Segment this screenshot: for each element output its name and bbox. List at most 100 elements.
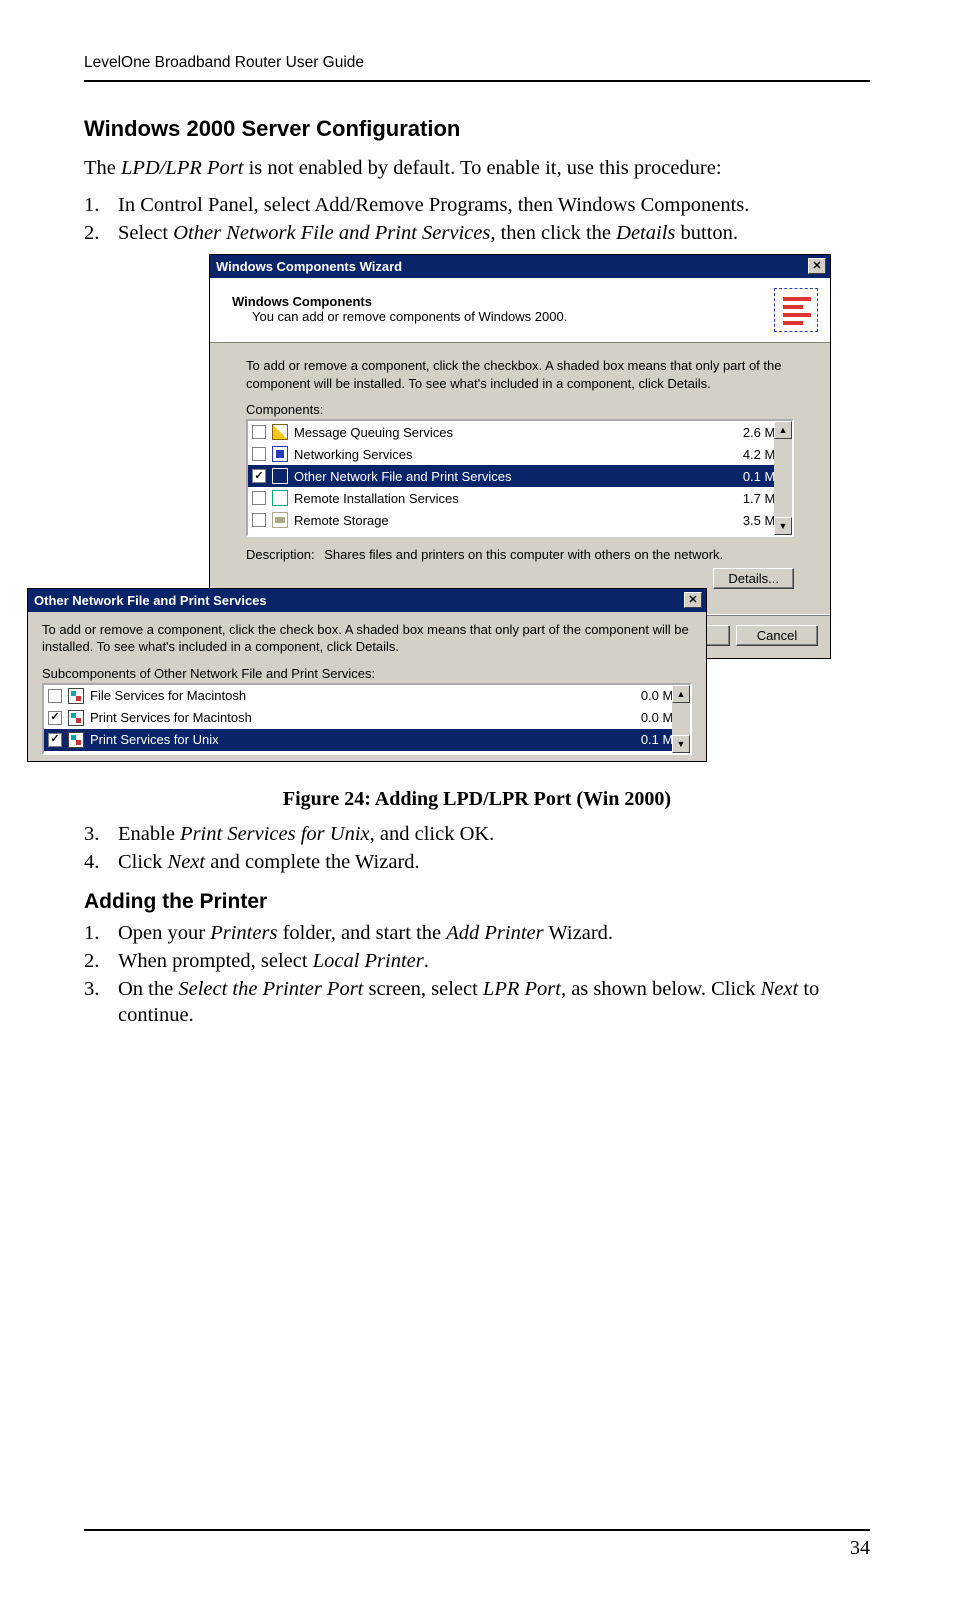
component-row[interactable]: Networking Services 4.2 MB xyxy=(248,443,792,465)
checkbox-checked[interactable] xyxy=(48,711,62,725)
subcomponent-row[interactable]: Print Services for Macintosh 0.0 MB xyxy=(44,707,690,729)
steps-list-1-cont: 3. Enable Print Services for Unix, and c… xyxy=(84,821,870,875)
t: When prompted, select xyxy=(118,950,313,972)
step-1: 1. In Control Panel, select Add/Remove P… xyxy=(84,192,870,218)
subcomponent-row[interactable]: File Services for Macintosh 0.0 MB xyxy=(44,685,690,707)
t-it: Select the Printer Port xyxy=(178,978,363,1000)
t-it: Next xyxy=(761,978,799,1000)
t: Select xyxy=(118,222,173,244)
step-num: 4. xyxy=(84,849,118,875)
step-num: 3. xyxy=(84,976,118,1028)
component-row[interactable]: Remote Storage 3.5 MB xyxy=(248,509,792,531)
close-icon[interactable]: ✕ xyxy=(808,258,826,274)
t: Enable xyxy=(118,823,180,845)
figure-24: Windows Components Wizard ✕ Windows Comp… xyxy=(89,254,871,782)
subcomponent-row-selected[interactable]: Print Services for Unix 0.1 MB xyxy=(44,729,690,751)
details-button[interactable]: Details... xyxy=(713,568,794,589)
wizard-title: Windows Components Wizard xyxy=(216,259,402,274)
component-name: Remote Installation Services xyxy=(294,491,712,506)
header-guide-title: LevelOne Broadband Router User Guide xyxy=(84,54,870,80)
wizard-intro-text: To add or remove a component, click the … xyxy=(246,357,794,392)
steps-list-1: 1. In Control Panel, select Add/Remove P… xyxy=(84,192,870,246)
component-name: Message Queuing Services xyxy=(294,425,712,440)
checkbox[interactable] xyxy=(252,447,266,461)
component-row[interactable]: Remote Installation Services 1.7 MB xyxy=(248,487,792,509)
subdialog-body: To add or remove a component, click the … xyxy=(28,612,706,761)
scroll-up-icon[interactable]: ▲ xyxy=(774,421,792,439)
scrollbar[interactable]: ▲ ▼ xyxy=(774,421,792,535)
description-text: Shares files and printers on this comput… xyxy=(324,547,723,562)
figure-caption: Figure 24: Adding LPD/LPR Port (Win 2000… xyxy=(84,788,870,811)
close-icon[interactable]: ✕ xyxy=(684,592,702,608)
t-it: Other Network File and Print Services xyxy=(173,222,490,244)
step-text: Click Next and complete the Wizard. xyxy=(118,849,870,875)
description-row: Description: Shares files and printers o… xyxy=(246,547,794,562)
subcomponent-name: Print Services for Unix xyxy=(90,732,610,747)
wizard-header: Windows Components You can add or remove… xyxy=(210,278,830,343)
step-num: 1. xyxy=(84,920,118,946)
step-text: On the Select the Printer Port screen, s… xyxy=(118,976,870,1028)
header-rule xyxy=(84,80,870,82)
intro-italic: LPD/LPR Port xyxy=(121,157,243,179)
cancel-button[interactable]: Cancel xyxy=(736,625,818,646)
step-num: 2. xyxy=(84,220,118,246)
t: Click xyxy=(118,851,168,873)
page-number: 34 xyxy=(84,1537,870,1560)
message-queuing-icon xyxy=(272,424,288,440)
checkbox[interactable] xyxy=(252,513,266,527)
scroll-down-icon[interactable]: ▼ xyxy=(672,735,690,753)
t: Open your xyxy=(118,922,210,944)
checkbox[interactable] xyxy=(252,491,266,505)
intro-pre: The xyxy=(84,157,121,179)
scroll-down-icon[interactable]: ▼ xyxy=(774,517,792,535)
wizard-banner-icon xyxy=(774,288,818,332)
wizard-titlebar: Windows Components Wizard ✕ xyxy=(210,255,830,278)
subdialog-title: Other Network File and Print Services xyxy=(34,593,267,608)
t: On the xyxy=(118,978,178,1000)
remote-installation-icon xyxy=(272,490,288,506)
subdialog-titlebar: Other Network File and Print Services ✕ xyxy=(28,589,706,612)
print-services-unix-icon xyxy=(68,732,84,748)
subcomponents-listbox[interactable]: File Services for Macintosh 0.0 MB Print… xyxy=(42,683,692,755)
step-2: 2. Select Other Network File and Print S… xyxy=(84,220,870,246)
wizard-header-subtitle: You can add or remove components of Wind… xyxy=(232,309,567,326)
t: button. xyxy=(675,222,738,244)
checkbox-checked[interactable] xyxy=(252,469,266,483)
networking-services-icon xyxy=(272,446,288,462)
t: and complete the Wizard. xyxy=(205,851,420,873)
scrollbar[interactable]: ▲ ▼ xyxy=(672,685,690,753)
description-label: Description: xyxy=(246,547,315,562)
components-listbox[interactable]: Message Queuing Services 2.6 MB Networki… xyxy=(246,419,794,537)
step-text: Enable Print Services for Unix, and clic… xyxy=(118,821,870,847)
checkbox-checked[interactable] xyxy=(48,733,62,747)
checkbox[interactable] xyxy=(252,425,266,439)
step-num: 3. xyxy=(84,821,118,847)
intro-paragraph: The LPD/LPR Port is not enabled by defau… xyxy=(84,156,870,182)
t-it: Next xyxy=(168,851,206,873)
t-it: Add Printer xyxy=(446,922,543,944)
components-label: Components: xyxy=(246,402,794,417)
step-4: 4. Click Next and complete the Wizard. xyxy=(84,849,870,875)
print-services-mac-icon xyxy=(68,710,84,726)
scroll-up-icon[interactable]: ▲ xyxy=(672,685,690,703)
wizard-body: To add or remove a component, click the … xyxy=(210,343,830,614)
page-footer: 34 xyxy=(84,1529,870,1560)
intro-post: is not enabled by default. To enable it,… xyxy=(243,157,721,179)
step-text: Select Other Network File and Print Serv… xyxy=(118,220,870,246)
remote-storage-icon xyxy=(272,512,288,528)
component-name: Networking Services xyxy=(294,447,712,462)
subcomponent-name: Print Services for Macintosh xyxy=(90,710,610,725)
other-network-services-dialog: Other Network File and Print Services ✕ … xyxy=(27,588,707,762)
component-name: Other Network File and Print Services xyxy=(294,469,712,484)
file-services-mac-icon xyxy=(68,688,84,704)
t: , as shown below. Click xyxy=(561,978,761,1000)
wizard-header-title: Windows Components xyxy=(232,294,567,309)
t: . xyxy=(424,950,429,972)
step-text: When prompted, select Local Printer. xyxy=(118,948,870,974)
section-title-adding-printer: Adding the Printer xyxy=(84,890,870,914)
component-row[interactable]: Message Queuing Services 2.6 MB xyxy=(248,421,792,443)
t: , then click the xyxy=(490,222,616,244)
checkbox[interactable] xyxy=(48,689,62,703)
step-p1: 1. Open your Printers folder, and start … xyxy=(84,920,870,946)
component-row-selected[interactable]: Other Network File and Print Services 0.… xyxy=(248,465,792,487)
